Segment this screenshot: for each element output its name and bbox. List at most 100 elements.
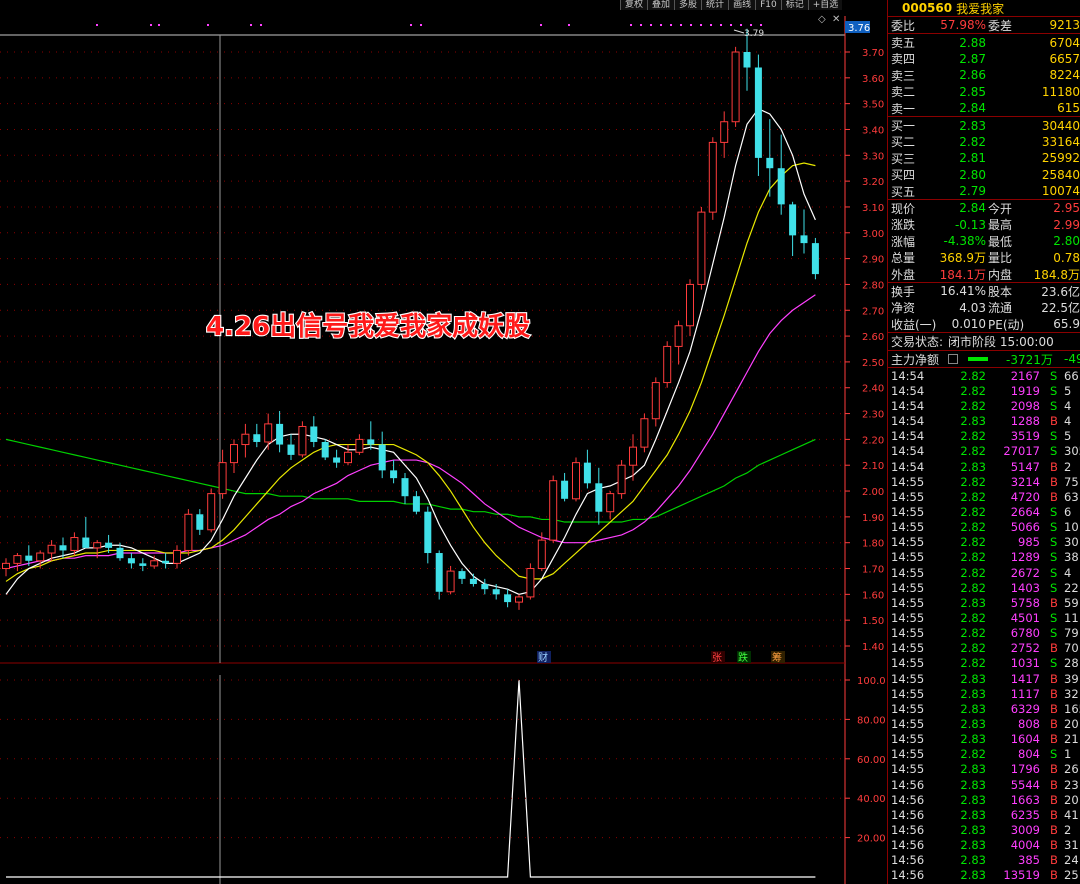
tick-side: S [1050, 368, 1058, 383]
tick-row: 14:55 2.82 2664 S 6 [888, 504, 1080, 519]
price-tick-label: 1.50 [862, 616, 884, 627]
candle-body-up [708, 141, 717, 213]
toolbar-button[interactable]: 叠加 [647, 0, 675, 10]
level-volume: 33164 [1041, 134, 1080, 149]
candle [811, 237, 819, 280]
toolbar-button[interactable]: 画线 [728, 0, 756, 10]
stat-value: 4.03 [959, 300, 986, 315]
tick-side: S [1050, 565, 1058, 580]
price-tick-label: 2.60 [862, 332, 884, 343]
candle [663, 341, 672, 388]
kline-chart-area[interactable]: 3.70 3.60 3.50 3.40 3.30 3.20 3.10 3.00 2.90 2.80… [0, 0, 887, 884]
candle-body-down [127, 558, 135, 564]
tick-time: 14:55 [891, 580, 925, 595]
tick-side: B [1050, 777, 1058, 792]
tick-count: 1 [1064, 747, 1072, 762]
candle-body-down [276, 423, 284, 445]
candle-body-down [492, 589, 500, 595]
level-price: 2.82 [959, 134, 986, 149]
level-label: 卖四 [891, 52, 916, 67]
toolbar-button[interactable]: 复权 [620, 0, 648, 10]
candle-body-up [241, 433, 250, 446]
tick-time: 14:55 [891, 747, 925, 762]
candle-body-up [264, 423, 273, 443]
level-volume: 6657 [1049, 51, 1080, 66]
tick-price: 2.83 [960, 822, 986, 837]
tick-row: 14:55 2.83 5758 B 59 [888, 595, 1080, 610]
tick-volume: 3519 [1010, 429, 1040, 444]
stat-row: 收益(一) 0.010 PE(动) 65.9 [888, 316, 1080, 332]
level-volume: 615 [1057, 101, 1080, 116]
tick-count: 2 [1064, 459, 1072, 474]
quote-label: 总量 [891, 251, 916, 266]
price-tick-label: 3.00 [862, 229, 884, 240]
price-tick-label: 3.70 [862, 48, 884, 59]
signal-dot [660, 24, 662, 26]
candle-body-up [617, 464, 626, 495]
price-tick-label: 2.70 [862, 306, 884, 317]
order-level: 卖二 2.85 11180 [888, 84, 1080, 100]
candle-body-up [70, 537, 79, 551]
tick-time: 14:56 [891, 853, 925, 868]
tick-count: 165 [1064, 701, 1080, 716]
price-tick-label: 3.10 [862, 203, 884, 214]
candle-body-up [526, 568, 535, 598]
tick-price: 2.82 [960, 489, 986, 504]
tick-time: 14:55 [891, 762, 925, 777]
toolbar-button[interactable]: F10 [755, 0, 781, 10]
tick-side: B [1050, 792, 1058, 807]
toolbar-button[interactable]: 统计 [701, 0, 729, 10]
tick-side: S [1050, 611, 1058, 626]
tick-side: S [1050, 505, 1058, 520]
candle-body-down [777, 168, 785, 205]
tick-price: 2.83 [960, 777, 986, 792]
toolbar-button[interactable]: 多股 [674, 0, 702, 10]
tick-time: 14:55 [891, 474, 925, 489]
tick-side: B [1050, 732, 1058, 747]
candle [321, 439, 329, 461]
order-level: 买五 2.79 10074 [888, 183, 1080, 199]
tick-price: 2.83 [960, 762, 986, 777]
close-icon[interactable]: ✕ [832, 14, 840, 25]
tick-side: S [1050, 399, 1058, 414]
tick-volume: 6780 [1010, 626, 1040, 641]
tick-side: S [1050, 550, 1058, 565]
weicha-value: 9213 [1049, 18, 1080, 33]
tick-side: S [1050, 444, 1058, 459]
indicator-tick-label: 100.0 [857, 676, 886, 687]
tick-volume: 5066 [1010, 520, 1040, 535]
price-tick-label: 3.50 [862, 100, 884, 111]
high-price-label: 3.79 [744, 29, 764, 39]
candle [549, 475, 558, 543]
signal-dot [260, 24, 262, 26]
candle-body-down [481, 584, 489, 590]
signal-dot [150, 24, 152, 26]
candle-body-down [333, 457, 341, 463]
tick-side: B [1050, 868, 1058, 883]
tick-time: 14:56 [891, 868, 925, 883]
toolbar-button[interactable]: +自选 [807, 0, 843, 10]
tick-side: B [1050, 762, 1058, 777]
tick-time: 14:54 [891, 399, 925, 414]
tick-price: 2.82 [960, 383, 986, 398]
tick-volume: 1117 [1010, 686, 1040, 701]
tick-list[interactable]: 14:54 2.82 2167 S 66 14:54 2.82 1919 S 5 14:54 2.82… [888, 368, 1080, 883]
tick-volume: 1031 [1010, 656, 1040, 671]
tick-volume: 6235 [1010, 807, 1040, 822]
tick-volume: 1417 [1010, 671, 1040, 686]
level-volume: 30440 [1041, 118, 1080, 133]
list-icon[interactable] [948, 354, 958, 364]
price-tick-label: 2.20 [862, 435, 884, 446]
tick-volume: 985 [1018, 535, 1040, 550]
tick-side: S [1050, 626, 1058, 641]
diamond-icon[interactable]: ◇ [818, 14, 826, 25]
indicator-tick-label: 80.00 [857, 715, 886, 726]
level-volume: 6704 [1049, 35, 1080, 50]
toolbar-button[interactable]: 标记 [780, 0, 808, 10]
quote-value: 368.9万 [939, 251, 986, 266]
tick-price: 2.82 [960, 535, 986, 550]
candle-body-up [355, 438, 364, 453]
order-level: 卖一 2.84 615 [888, 100, 1080, 116]
tick-volume: 27017 [1003, 444, 1040, 459]
level-label: 卖一 [891, 101, 916, 116]
